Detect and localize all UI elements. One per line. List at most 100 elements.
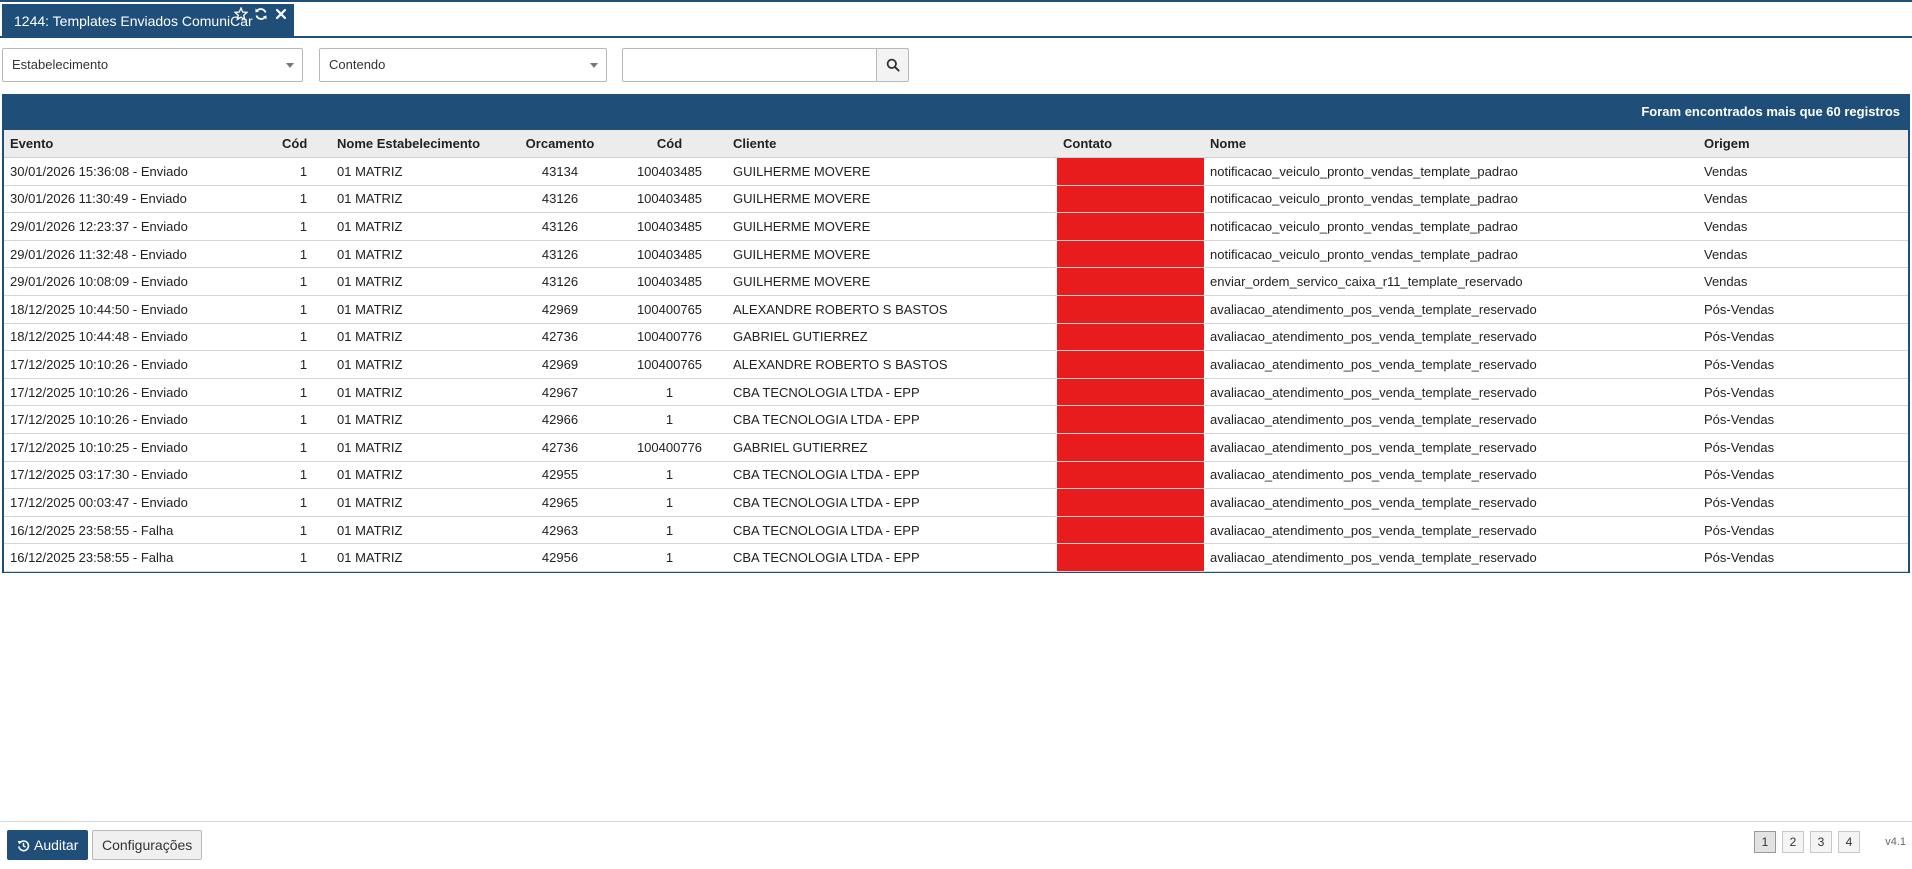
orcamento-cell: 42736 [508, 433, 612, 462]
origem-cell: Pós-Vendas [1698, 323, 1908, 352]
table-row[interactable]: 17/12/2025 03:17:30 - Enviado 1 01 MATRIZ 4… [4, 461, 1908, 490]
orcamento-cell: 42955 [508, 461, 612, 490]
table-row[interactable]: 17/12/2025 10:10:25 - Enviado 1 01 MATRIZ 4… [4, 433, 1908, 462]
audit-button[interactable]: Auditar [7, 830, 89, 860]
orcamento-cell: 43126 [508, 185, 612, 214]
nome-estabelecimento-cell: 01 MATRIZ [331, 240, 508, 269]
table-row[interactable]: 18/12/2025 10:44:50 - Enviado 1 01 MATRIZ 4… [4, 295, 1908, 324]
table-row[interactable]: 17/12/2025 10:10:26 - Enviado 1 01 MATRIZ 4… [4, 405, 1908, 434]
chevron-down-icon [286, 63, 294, 68]
pagination: 1 2 3 4 [1754, 831, 1860, 853]
page-1-button[interactable]: 1 [1754, 831, 1776, 853]
tab-templates-enviados[interactable]: 1244: Templates Enviados ComuniCar [2, 4, 294, 36]
orcamento-cell: 42963 [508, 516, 612, 545]
table-row[interactable]: 29/01/2026 11:32:48 - Enviado 1 01 MATRIZ 4… [4, 240, 1908, 269]
cod-estabelecimento-cell: 1 [276, 267, 331, 296]
contato-redacted-cell [1057, 543, 1204, 572]
results-table: Evento Cód Nome Estabelecimento Orcament… [4, 130, 1908, 572]
cod-estabelecimento-cell: 1 [276, 378, 331, 407]
tab-bar: 1244: Templates Enviados ComuniCar [0, 2, 1912, 38]
chevron-down-icon [590, 63, 598, 68]
table-row[interactable]: 16/12/2025 23:58:55 - Falha 1 01 MATRIZ 429… [4, 516, 1908, 545]
cod-cliente-cell: 1 [612, 405, 727, 434]
cod-estabelecimento-cell: 1 [276, 433, 331, 462]
cod-cliente-cell: 1 [612, 488, 727, 517]
page-4-button[interactable]: 4 [1838, 831, 1860, 853]
table-row[interactable]: 16/12/2025 23:58:55 - Falha 1 01 MATRIZ 429… [4, 543, 1908, 572]
column-header-orcamento[interactable]: Orcamento [508, 130, 612, 158]
nome-template-cell: avaliacao_atendimento_pos_venda_template… [1204, 488, 1698, 517]
cliente-cell: CBA TECNOLOGIA LTDA - EPP [727, 461, 1057, 490]
table-row[interactable]: 29/01/2026 10:08:09 - Enviado 1 01 MATRIZ 4… [4, 267, 1908, 296]
cliente-cell: GUILHERME MOVERE [727, 267, 1057, 296]
evento-cell: 30/01/2026 15:36:08 - Enviado [4, 157, 276, 186]
origem-cell: Vendas [1698, 267, 1908, 296]
origem-cell: Vendas [1698, 157, 1908, 186]
origem-cell: Vendas [1698, 185, 1908, 214]
establishment-select[interactable]: Estabelecimento [2, 48, 303, 82]
page-2-button[interactable]: 2 [1782, 831, 1804, 853]
origem-cell: Pós-Vendas [1698, 488, 1908, 517]
cod-estabelecimento-cell: 1 [276, 323, 331, 352]
cliente-cell: GUILHERME MOVERE [727, 185, 1057, 214]
orcamento-cell: 42969 [508, 350, 612, 379]
evento-cell: 30/01/2026 11:30:49 - Enviado [4, 185, 276, 214]
table-row[interactable]: 17/12/2025 10:10:26 - Enviado 1 01 MATRIZ 4… [4, 378, 1908, 407]
cod-estabelecimento-cell: 1 [276, 516, 331, 545]
contato-redacted-cell [1057, 488, 1204, 517]
nome-template-cell: avaliacao_atendimento_pos_venda_template… [1204, 295, 1698, 324]
column-header-cod-cliente[interactable]: Cód [612, 130, 727, 158]
table-row[interactable]: 18/12/2025 10:44:48 - Enviado 1 01 MATRIZ 4… [4, 323, 1908, 352]
cod-cliente-cell: 100400776 [612, 323, 727, 352]
search-button[interactable] [876, 48, 909, 82]
table-row[interactable]: 30/01/2026 11:30:49 - Enviado 1 01 MATRIZ 4… [4, 185, 1908, 214]
cod-cliente-cell: 100403485 [612, 212, 727, 241]
column-header-nome-estabelecimento[interactable]: Nome Estabelecimento [331, 130, 508, 158]
orcamento-cell: 42966 [508, 405, 612, 434]
refresh-icon[interactable] [254, 7, 268, 21]
column-header-origem[interactable]: Origem [1698, 130, 1908, 158]
column-header-contato[interactable]: Contato [1057, 130, 1204, 158]
search-input[interactable] [622, 48, 876, 82]
evento-cell: 29/01/2026 11:32:48 - Enviado [4, 240, 276, 269]
nome-template-cell: notificacao_veiculo_pronto_vendas_templa… [1204, 185, 1698, 214]
origem-cell: Pós-Vendas [1698, 461, 1908, 490]
page-3-button[interactable]: 3 [1810, 831, 1832, 853]
cod-cliente-cell: 100400765 [612, 295, 727, 324]
nome-estabelecimento-cell: 01 MATRIZ [331, 516, 508, 545]
results-panel: Foram encontrados mais que 60 registros … [2, 94, 1910, 573]
table-row[interactable]: 29/01/2026 12:23:37 - Enviado 1 01 MATRIZ 4… [4, 212, 1908, 241]
cliente-cell: GABRIEL GUTIERREZ [727, 323, 1057, 352]
cod-estabelecimento-cell: 1 [276, 185, 331, 214]
cliente-cell: GUILHERME MOVERE [727, 240, 1057, 269]
cod-estabelecimento-cell: 1 [276, 461, 331, 490]
column-header-cod-estabelecimento[interactable]: Cód [276, 130, 331, 158]
settings-button[interactable]: Configurações [92, 830, 203, 860]
table-row[interactable]: 30/01/2026 15:36:08 - Enviado 1 01 MATRIZ 4… [4, 157, 1908, 186]
nome-template-cell: avaliacao_atendimento_pos_venda_template… [1204, 378, 1698, 407]
table-header-row: Evento Cód Nome Estabelecimento Orcament… [4, 130, 1908, 158]
cliente-cell: CBA TECNOLOGIA LTDA - EPP [727, 405, 1057, 434]
nome-estabelecimento-cell: 01 MATRIZ [331, 212, 508, 241]
table-row[interactable]: 17/12/2025 10:10:26 - Enviado 1 01 MATRIZ 4… [4, 350, 1908, 379]
evento-cell: 18/12/2025 10:44:50 - Enviado [4, 295, 276, 324]
star-icon[interactable] [233, 6, 249, 21]
cliente-cell: ALEXANDRE ROBERTO S BASTOS [727, 295, 1057, 324]
nome-template-cell: avaliacao_atendimento_pos_venda_template… [1204, 405, 1698, 434]
close-icon[interactable] [274, 7, 288, 21]
nome-template-cell: notificacao_veiculo_pronto_vendas_templa… [1204, 212, 1698, 241]
column-header-evento[interactable]: Evento [4, 130, 276, 158]
nome-template-cell: avaliacao_atendimento_pos_venda_template… [1204, 433, 1698, 462]
column-header-cliente[interactable]: Cliente [727, 130, 1057, 158]
contato-redacted-cell [1057, 378, 1204, 407]
cod-estabelecimento-cell: 1 [276, 157, 331, 186]
orcamento-cell: 43134 [508, 157, 612, 186]
version-label: v4.1 [1885, 836, 1906, 848]
condition-select[interactable]: Contendo [319, 48, 607, 82]
nome-estabelecimento-cell: 01 MATRIZ [331, 295, 508, 324]
column-header-nome[interactable]: Nome [1204, 130, 1698, 158]
table-row[interactable]: 17/12/2025 00:03:47 - Enviado 1 01 MATRIZ 4… [4, 488, 1908, 517]
origem-cell: Pós-Vendas [1698, 350, 1908, 379]
cod-cliente-cell: 100403485 [612, 240, 727, 269]
cod-estabelecimento-cell: 1 [276, 350, 331, 379]
